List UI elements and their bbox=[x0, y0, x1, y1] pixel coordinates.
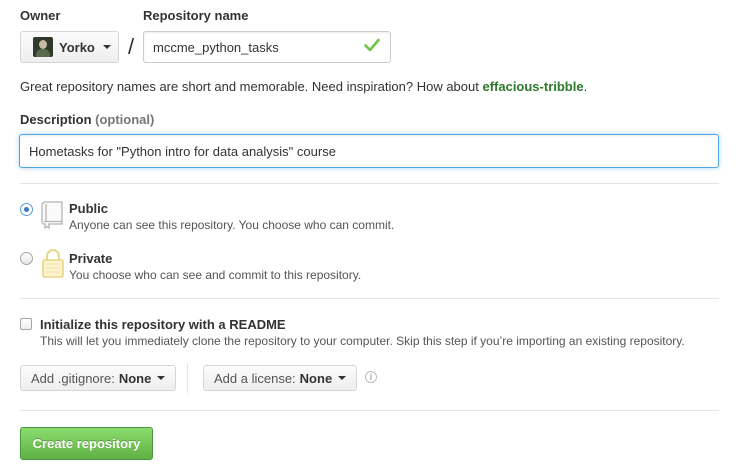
public-radio[interactable] bbox=[20, 203, 33, 216]
hint-end: . bbox=[583, 79, 588, 94]
avatar bbox=[33, 37, 53, 57]
public-title: Public bbox=[69, 201, 109, 216]
suggested-name[interactable]: effacious-tribble bbox=[482, 79, 583, 94]
readme-description: This will let you immediately clone the … bbox=[40, 334, 685, 348]
repository-name-label: Repository name bbox=[143, 8, 249, 23]
owner-value: Yorko bbox=[59, 39, 95, 55]
gitignore-prefix: Add .gitignore: bbox=[31, 370, 115, 386]
chevron-down-icon bbox=[338, 376, 347, 380]
info-icon[interactable]: i bbox=[365, 371, 377, 383]
repository-name-input[interactable] bbox=[143, 31, 391, 63]
divider bbox=[20, 298, 719, 299]
readme-title: Initialize this repository with a README bbox=[40, 317, 286, 332]
divider bbox=[20, 410, 719, 411]
private-description: You choose who can see and commit to thi… bbox=[69, 268, 362, 282]
license-prefix: Add a license: bbox=[214, 370, 296, 386]
lock-icon bbox=[42, 249, 64, 278]
owner-repo-separator: / bbox=[128, 34, 135, 59]
license-select[interactable]: Add a license: None bbox=[203, 365, 358, 391]
private-title: Private bbox=[69, 251, 113, 266]
description-input[interactable] bbox=[19, 134, 719, 168]
description-label-text: Description bbox=[20, 112, 92, 127]
repo-book-icon bbox=[41, 201, 63, 230]
create-repository-button[interactable]: Create repository bbox=[20, 427, 153, 460]
optional-tag: (optional) bbox=[95, 112, 155, 127]
divider bbox=[20, 183, 719, 184]
chevron-down-icon bbox=[157, 376, 166, 380]
check-icon bbox=[364, 38, 380, 52]
readme-checkbox[interactable] bbox=[20, 318, 32, 330]
chevron-down-icon bbox=[102, 45, 111, 49]
gitignore-select[interactable]: Add .gitignore: None bbox=[20, 365, 177, 391]
owner-label: Owner bbox=[20, 8, 61, 23]
license-value: None bbox=[299, 370, 333, 386]
private-radio[interactable] bbox=[20, 252, 33, 265]
repository-name-hint: Great repository names are short and mem… bbox=[20, 79, 587, 94]
owner-select[interactable]: Yorko bbox=[20, 31, 119, 63]
hint-text: Great repository names are short and mem… bbox=[20, 79, 483, 94]
description-label: Description (optional) bbox=[20, 112, 154, 127]
gitignore-value: None bbox=[118, 370, 152, 386]
vertical-divider bbox=[187, 363, 188, 393]
public-description: Anyone can see this repository. You choo… bbox=[69, 218, 395, 232]
